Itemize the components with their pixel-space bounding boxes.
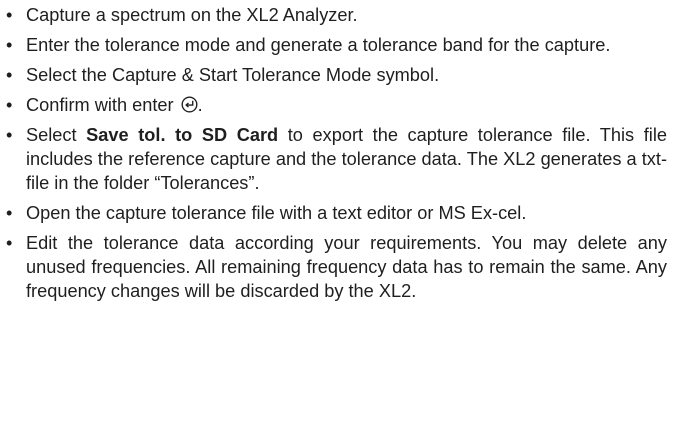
bullet: • (6, 5, 13, 25)
bullet: • (6, 233, 13, 253)
step-text: Capture a spectrum on the XL2 Analyzer. (26, 5, 358, 25)
step-text: Edit the tolerance data according your r… (26, 233, 667, 301)
bullet: • (6, 65, 13, 85)
list-item: • Enter the tolerance mode and generate … (0, 33, 667, 57)
instruction-list: • Capture a spectrum on the XL2 Analyzer… (0, 3, 667, 303)
bullet: • (6, 203, 13, 223)
list-item: • Confirm with enter . (0, 93, 667, 117)
step-text-end: . (197, 95, 203, 115)
list-item: • Open the capture tolerance file with a… (0, 201, 667, 225)
list-item: • Capture a spectrum on the XL2 Analyzer… (0, 3, 667, 27)
document-page: • Capture a spectrum on the XL2 Analyzer… (0, 0, 689, 443)
step-text: Confirm with enter (26, 95, 174, 115)
list-item: • Edit the tolerance data according your… (0, 231, 667, 303)
step-text: Select (26, 125, 87, 145)
step-text: Open the capture tolerance file with a t… (26, 203, 527, 223)
bullet: • (6, 125, 13, 145)
enter-icon (181, 96, 198, 113)
menu-item-name: Save tol. to SD Card (86, 125, 279, 145)
bullet: • (6, 35, 13, 55)
step-text: Select the Capture & Start Tolerance Mod… (26, 65, 440, 85)
bullet: • (6, 95, 13, 115)
list-item: • Select the Capture & Start Tolerance M… (0, 63, 667, 87)
step-text: Enter the tolerance mode and generate a … (26, 35, 611, 55)
list-item: • Select Save tol. to SD Card to export … (0, 123, 667, 195)
